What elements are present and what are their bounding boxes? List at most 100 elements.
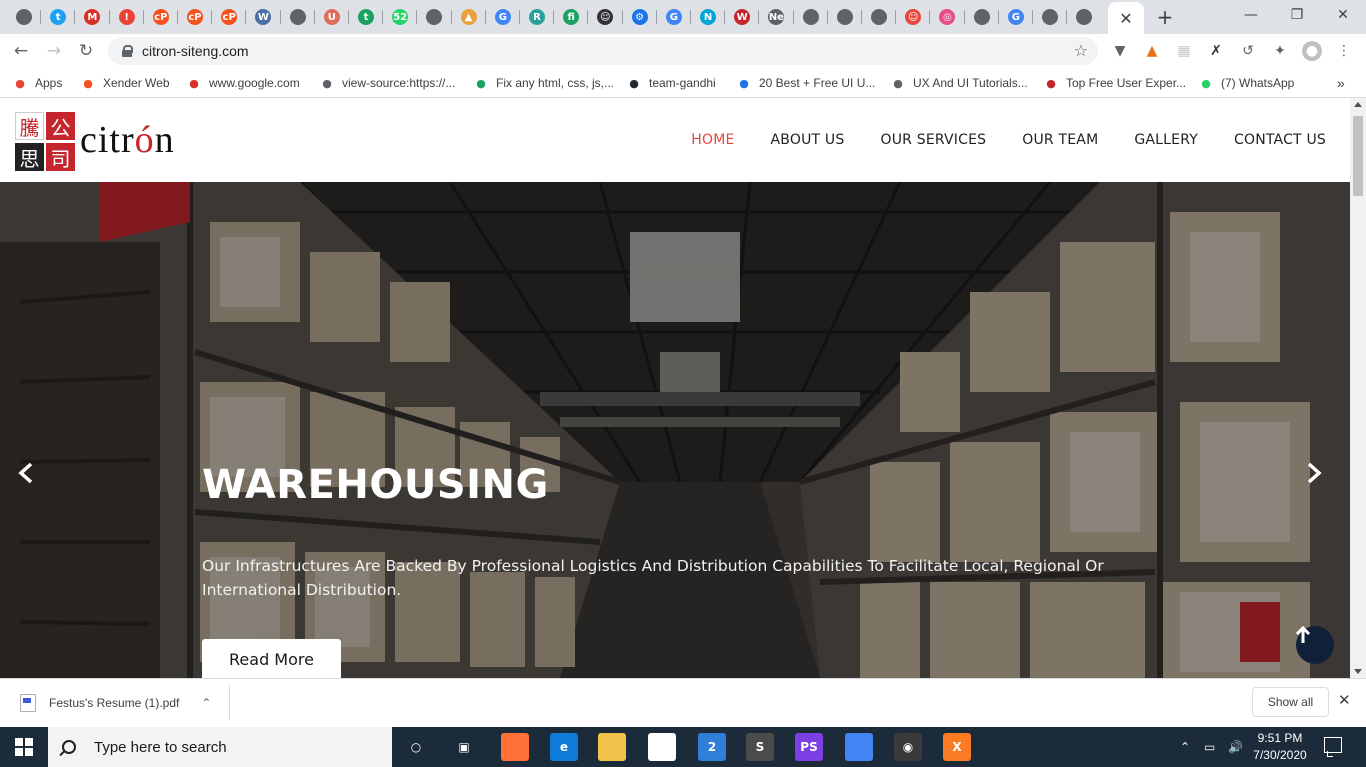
bookmark-item[interactable]: ● (7) WhatsApp xyxy=(1198,74,1294,92)
reload-icon[interactable]: ↻ xyxy=(73,38,99,64)
phpstorm-icon[interactable]: PS xyxy=(795,733,823,761)
volume-icon[interactable]: 🔊 xyxy=(1228,727,1243,767)
xampp-icon[interactable]: X xyxy=(943,733,971,761)
close-tab-icon[interactable]: ✕ xyxy=(1119,9,1132,28)
nav-contact-us[interactable]: CONTACT US xyxy=(1234,132,1326,148)
browser-tab[interactable]: G xyxy=(657,4,691,30)
browser-tab[interactable]: M xyxy=(75,4,109,30)
edge-icon[interactable]: e xyxy=(550,733,578,761)
browser-tab[interactable] xyxy=(7,4,41,30)
extension-x-icon[interactable]: ✗ xyxy=(1206,41,1226,61)
notifications-icon[interactable] xyxy=(1324,737,1342,753)
back-arrow-icon[interactable]: ← xyxy=(8,38,34,64)
browser-tab[interactable]: U xyxy=(315,4,349,30)
browser-tab[interactable]: fi xyxy=(554,4,588,30)
forward-arrow-icon[interactable]: → xyxy=(41,38,67,64)
download-item[interactable]: Festus's Resume (1).pdf ⌃ xyxy=(10,685,230,721)
cortana-icon[interactable]: ○ xyxy=(402,733,430,761)
address-url[interactable]: citron-siteng.com xyxy=(142,43,249,59)
profile-avatar-icon[interactable]: ● xyxy=(1302,41,1322,61)
nav-gallery[interactable]: GALLERY xyxy=(1134,132,1198,148)
active-tab[interactable]: ✕ xyxy=(1108,2,1144,34)
download-file-name[interactable]: Festus's Resume (1).pdf xyxy=(49,696,179,710)
lock-icon[interactable] xyxy=(122,45,133,57)
browser-tab[interactable] xyxy=(862,4,896,30)
nav-about-us[interactable]: ABOUT US xyxy=(771,132,845,148)
minimize-button[interactable]: — xyxy=(1228,0,1274,30)
browser-tab[interactable] xyxy=(828,4,862,30)
browser-tab[interactable]: 52 xyxy=(383,4,417,30)
bookmark-item[interactable]: ● UX And UI Tutorials... xyxy=(890,74,1028,92)
extensions-puzzle-icon[interactable]: ✦ xyxy=(1270,41,1290,61)
taskbar-clock[interactable]: 9:51 PM 7/30/2020 xyxy=(1247,730,1313,764)
nav-home[interactable]: HOME xyxy=(691,132,734,148)
browser-tab[interactable]: ◎ xyxy=(930,4,964,30)
show-all-button[interactable]: Show all xyxy=(1252,687,1329,717)
browser-tab[interactable]: G xyxy=(999,4,1033,30)
browser-tab[interactable]: ⚙ xyxy=(623,4,657,30)
browser-tab[interactable] xyxy=(965,4,999,30)
bookmark-item[interactable]: ● Xender Web xyxy=(80,74,169,92)
chevron-up-tray-icon[interactable]: ⌃ xyxy=(1180,727,1190,767)
browser-tab[interactable] xyxy=(281,4,315,30)
browser-tab[interactable]: cP xyxy=(212,4,246,30)
windows-start-icon[interactable] xyxy=(0,727,48,767)
browser-tab[interactable]: Ne xyxy=(759,4,793,30)
extension-history-icon[interactable]: ↺ xyxy=(1238,41,1258,61)
chevron-right-icon[interactable] xyxy=(1306,462,1332,488)
logo-wordmark[interactable]: citrón xyxy=(80,118,175,162)
browser-tab[interactable]: N xyxy=(691,4,725,30)
bookmark-item[interactable]: ● 20 Best + Free UI U... xyxy=(736,74,875,92)
arrow-up-icon[interactable] xyxy=(1296,626,1334,664)
browser-tab[interactable]: ☺ xyxy=(896,4,930,30)
close-icon[interactable]: ✕ xyxy=(1338,691,1351,709)
maximize-button[interactable]: ❐ xyxy=(1274,0,1320,30)
bookmark-item[interactable]: ● Top Free User Exper... xyxy=(1043,74,1186,92)
address-bar[interactable]: citron-siteng.com ☆ xyxy=(108,37,1098,65)
nav-our-services[interactable]: OUR SERVICES xyxy=(880,132,986,148)
bookmarks-overflow-icon[interactable]: » xyxy=(1337,74,1345,92)
extension-funnel-icon[interactable]: ▼ xyxy=(1110,41,1130,61)
browser-tab[interactable] xyxy=(794,4,828,30)
taskbar-search-input[interactable]: Type here to search xyxy=(48,727,392,767)
browser-tab[interactable] xyxy=(1067,4,1101,30)
bookmark-star-icon[interactable]: ☆ xyxy=(1074,41,1088,60)
chevron-left-icon[interactable] xyxy=(18,462,44,488)
browser-tab[interactable]: cP xyxy=(144,4,178,30)
store-icon[interactable] xyxy=(648,733,676,761)
battery-icon[interactable]: ▭ xyxy=(1204,727,1215,767)
firefox-icon[interactable] xyxy=(501,733,529,761)
chrome-icon[interactable] xyxy=(845,733,873,761)
mail-icon[interactable]: 2 xyxy=(698,733,726,761)
browser-tab[interactable]: ▲ xyxy=(452,4,486,30)
chevron-up-icon[interactable]: ⌃ xyxy=(201,696,211,710)
logo-mark[interactable]: 騰 公 思 司 xyxy=(15,112,76,172)
browser-tab[interactable] xyxy=(1033,4,1067,30)
extension-grid-icon[interactable]: ▦ xyxy=(1174,41,1194,61)
browser-menu-icon[interactable]: ⋮ xyxy=(1334,41,1354,61)
browser-tab[interactable]: G xyxy=(486,4,520,30)
browser-tab[interactable]: W xyxy=(246,4,280,30)
extension-lighthouse-icon[interactable]: ▲ xyxy=(1142,41,1162,61)
browser-tab[interactable]: t xyxy=(349,4,383,30)
scroll-down-icon[interactable] xyxy=(1354,669,1362,674)
browser-tab[interactable]: ! xyxy=(110,4,144,30)
browser-tab[interactable] xyxy=(417,4,451,30)
task-view-icon[interactable]: ▣ xyxy=(450,733,478,761)
scrollbar-thumb[interactable] xyxy=(1353,116,1363,196)
bookmark-item[interactable]: ● www.google.com xyxy=(186,74,300,92)
file-explorer-icon[interactable] xyxy=(598,733,626,761)
browser-tab[interactable]: ☺ xyxy=(588,4,622,30)
bookmark-item[interactable]: ● team-gandhi xyxy=(626,74,716,92)
bookmark-item[interactable]: ● Fix any html, css, js,... xyxy=(473,74,614,92)
obs-icon[interactable]: ◉ xyxy=(894,733,922,761)
browser-tab[interactable]: W xyxy=(725,4,759,30)
bookmark-item[interactable]: ● view-source:https://... xyxy=(319,74,455,92)
browser-tab[interactable]: R xyxy=(520,4,554,30)
new-tab-button[interactable]: + xyxy=(1152,5,1178,29)
bookmark-item[interactable]: ● Apps xyxy=(12,74,62,92)
window-close-button[interactable]: ✕ xyxy=(1320,0,1366,30)
nav-our-team[interactable]: OUR TEAM xyxy=(1022,132,1098,148)
browser-tab[interactable]: cP xyxy=(178,4,212,30)
sublime-icon[interactable]: S xyxy=(746,733,774,761)
